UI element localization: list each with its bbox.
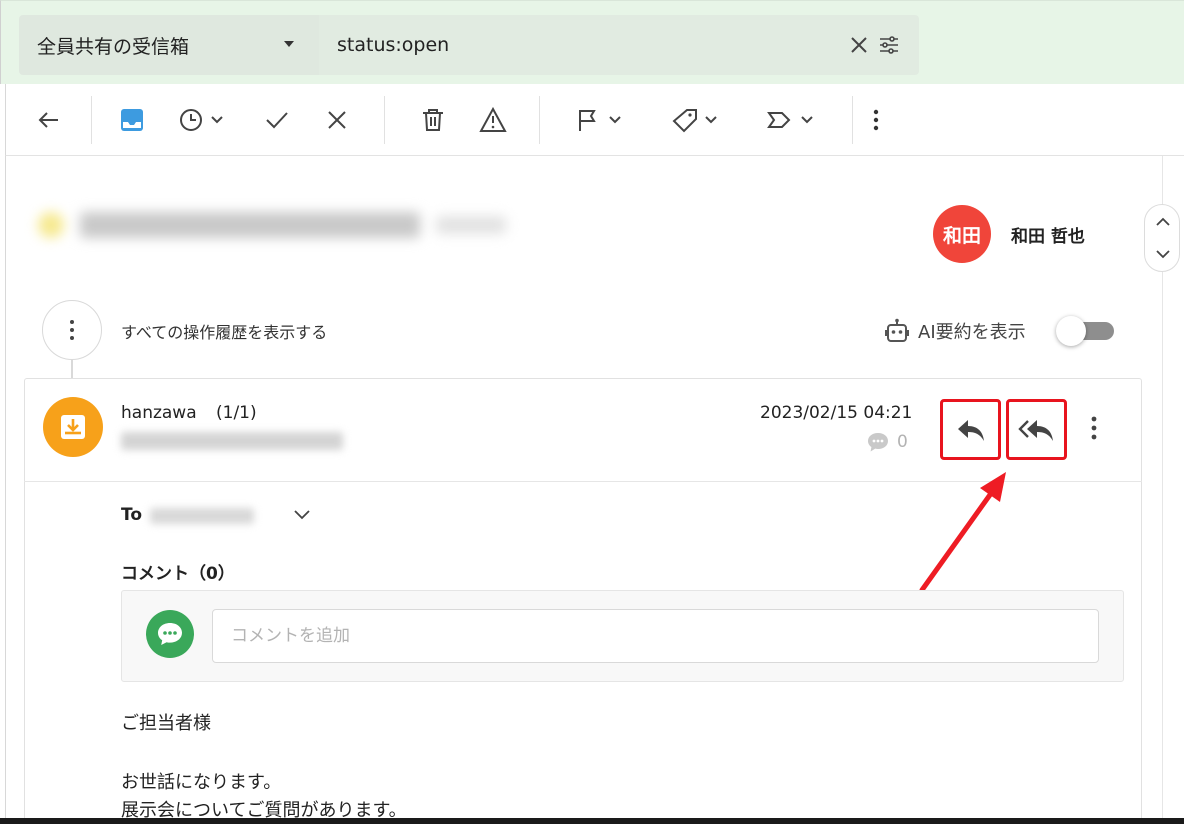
check-icon	[266, 112, 288, 129]
flag-icon	[579, 110, 621, 131]
toolbar	[5, 84, 1184, 156]
body-line: ご担当者様	[121, 713, 211, 734]
inbox-select-label: 全員共有の受信箱	[37, 35, 190, 58]
search-query[interactable]: status:open	[337, 34, 449, 56]
annotation-arrow-icon	[919, 472, 1006, 593]
search-box[interactable]: status:open	[319, 15, 919, 75]
more-vertical-icon	[70, 320, 74, 340]
chat-avatar	[146, 610, 194, 658]
reply-all-button[interactable]	[1006, 399, 1067, 460]
assignee-avatar[interactable]: 和田	[933, 205, 991, 263]
sender-name: hanzawa	[121, 403, 197, 423]
clear-search-icon[interactable]	[847, 33, 871, 57]
comment-heading: コメント（0）	[121, 564, 235, 584]
timeline-line	[71, 358, 73, 380]
chevron-up-icon[interactable]	[1154, 213, 1172, 231]
more-vertical-icon	[873, 109, 879, 131]
thread-nav	[1144, 204, 1180, 272]
history-label[interactable]: すべての操作履歴を表示する	[121, 319, 327, 343]
robot-icon	[885, 318, 909, 342]
tag-icon	[672, 109, 717, 133]
warning-icon	[479, 107, 507, 132]
ai-summary-label: AI要約を表示	[918, 322, 1026, 343]
chevron-down-icon[interactable]	[292, 506, 312, 524]
to-address-redacted	[150, 508, 254, 524]
trash-icon	[423, 109, 443, 131]
comment-count: 0	[897, 432, 908, 452]
inbox-button[interactable]	[119, 106, 145, 134]
search-band: 全員共有の受信箱 status:open	[0, 0, 1184, 84]
subject-tag-redacted	[436, 216, 506, 234]
message-date: 2023/02/15 04:21	[760, 403, 913, 423]
message-count: (1/1)	[216, 403, 257, 423]
back-arrow-icon	[38, 112, 58, 128]
body-line: お世話になります。	[121, 772, 282, 793]
close-ticket-button[interactable]	[324, 106, 350, 134]
to-label: To	[121, 505, 143, 525]
inbox-download-icon	[61, 415, 85, 439]
delete-button[interactable]	[420, 106, 446, 134]
label-icon	[767, 112, 813, 128]
caret-down-icon	[284, 41, 294, 47]
subject-redacted	[80, 212, 420, 238]
back-button[interactable]	[36, 106, 62, 134]
close-icon	[328, 111, 346, 129]
filter-sliders-icon[interactable]	[877, 33, 901, 57]
message-preview-redacted	[121, 432, 343, 450]
snooze-clock-icon	[180, 109, 223, 131]
inbox-icon	[121, 109, 143, 131]
message-more-icon[interactable]	[1082, 414, 1106, 442]
toggle-knob	[1056, 316, 1086, 346]
chat-bubble-icon	[158, 623, 182, 645]
flag-button[interactable]	[576, 106, 626, 134]
inbox-select[interactable]: 全員共有の受信箱	[19, 15, 319, 75]
label-button[interactable]	[766, 106, 818, 134]
spam-button[interactable]	[479, 106, 507, 134]
reply-all-icon	[1017, 419, 1053, 441]
comment-bubble-icon	[868, 433, 888, 452]
snooze-button[interactable]	[178, 106, 228, 134]
toolbar-divider	[539, 96, 540, 144]
assignee-name: 和田 哲也	[1011, 227, 1085, 247]
star-icon[interactable]	[38, 212, 64, 238]
toolbar-divider	[91, 96, 92, 144]
more-actions-button[interactable]	[867, 106, 885, 134]
history-toggle-button[interactable]	[42, 300, 102, 360]
chevron-down-icon[interactable]	[1154, 245, 1172, 263]
comment-input[interactable]	[212, 609, 1099, 663]
bottom-edge	[0, 818, 1184, 824]
toolbar-divider	[384, 96, 385, 144]
reply-button[interactable]	[940, 399, 1001, 460]
subject-blurred	[38, 200, 528, 250]
ai-summary-toggle[interactable]	[1056, 316, 1114, 346]
toolbar-divider	[852, 96, 853, 144]
done-button[interactable]	[264, 106, 290, 134]
tag-button[interactable]	[670, 106, 722, 134]
sender-avatar	[43, 397, 103, 457]
reply-icon	[957, 419, 984, 441]
